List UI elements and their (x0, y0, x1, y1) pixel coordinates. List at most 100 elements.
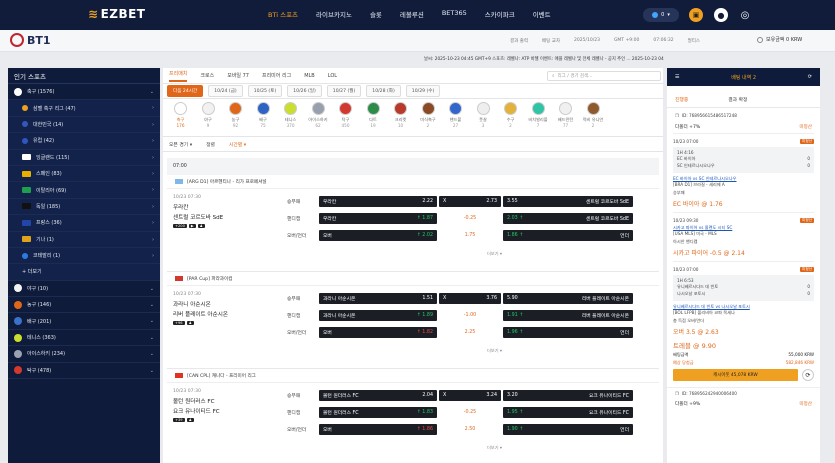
game-tag[interactable]: ♟ (186, 321, 194, 325)
support-button[interactable]: ◎ (738, 8, 752, 22)
odds-home-handicap-button[interactable]: 우라칸 ↑ 1.87 (319, 212, 437, 224)
odds-home-handicap-button[interactable]: 볼턴 원더러스 FC ↑ 1.83 (319, 406, 437, 418)
date-tab-0[interactable]: 다음 24시간 (167, 85, 204, 97)
nav-item-2[interactable]: 슬롯 (370, 9, 382, 19)
nav-item-6[interactable]: 이벤트 (533, 9, 551, 19)
sport-filter-13[interactable]: 비치발리볼 7 (527, 102, 550, 128)
search-input[interactable]: ⌕ 리그 / 경기 검색... (547, 71, 661, 81)
sidebar-item[interactable]: 배구 (201) ⌄ (8, 313, 160, 330)
odds-over-button[interactable]: 오버 ↑ 2.02 (319, 229, 437, 241)
bt1-logo[interactable]: BT1 (10, 33, 51, 47)
league-title[interactable]: [CAN CPL] 캐나다 - 프리미어 리그 (167, 369, 659, 383)
odds-away-handicap-button[interactable]: 2.03 ↑ 센트럴 코르도바 SdE (503, 212, 633, 224)
sub-info-1[interactable]: 배팅 교차 (542, 38, 560, 44)
odds-draw-button[interactable]: X 2.73 (439, 195, 501, 207)
tab-5[interactable]: LOL (328, 73, 337, 79)
odds-home-button[interactable]: 우라칸 2.22 (319, 195, 437, 207)
ticket-header[interactable]: 다폴더 +7% 미정산 (667, 121, 820, 133)
ticket-header-2[interactable]: 다폴더 +9% 미정산 (667, 398, 820, 410)
nav-item-1[interactable]: 라이브카지노 (316, 9, 352, 19)
sidebar-item[interactable]: 유럽 (42) › (8, 133, 160, 150)
tab-4[interactable]: MLB (304, 73, 315, 79)
filter-0[interactable]: 오픈 경기 ▾ (169, 141, 192, 148)
copy-icon[interactable]: ❐ (675, 391, 679, 396)
more-markets-link[interactable]: 더보기 ▾ (487, 348, 502, 354)
coin-balance[interactable]: 0 ▾ (643, 8, 679, 22)
sidebar-item[interactable]: 코테발리 (1) › (8, 247, 160, 265)
date-tab-4[interactable]: 10/27 (월) (326, 85, 362, 97)
date-tab-3[interactable]: 10/26 (일) (287, 85, 322, 97)
sport-filter-3[interactable]: 배구 75 (252, 102, 275, 128)
sidebar-item[interactable]: 이탈리아 (69) › (8, 182, 160, 199)
date-tab-2[interactable]: 10/25 (토) (247, 85, 283, 97)
tab-2[interactable]: 모바일 77 (227, 72, 249, 79)
sport-filter-14[interactable]: 배드민턴 77 (554, 102, 577, 128)
copy-icon[interactable]: ❐ (675, 113, 679, 118)
sport-filter-6[interactable]: 탁구 450 (334, 102, 357, 128)
date-tab-5[interactable]: 10/28 (화) (366, 85, 401, 97)
odds-draw-button[interactable]: X 3.24 (439, 389, 501, 401)
sidebar-item[interactable]: 기나 (1) › (8, 231, 160, 248)
tab-in-progress[interactable]: 진행중 (675, 96, 688, 103)
odds-under-button[interactable]: 1.90 ↑ 언더 (503, 423, 633, 435)
sidebar-item[interactable]: + 더보기 (8, 264, 160, 281)
odds-under-button[interactable]: 1.96 ↑ 언더 (503, 326, 633, 338)
brand-logo[interactable]: ≋ EZBET (88, 7, 146, 21)
game-tag[interactable]: +39 (173, 418, 185, 422)
sidebar-item[interactable]: 대한민국 (14) › (8, 116, 160, 134)
sidebar-item[interactable]: 농구 (146) ⌄ (8, 297, 160, 314)
league-title[interactable]: [ARG D1] 아르헨티나 - 리가 프로페셔널 (167, 175, 659, 189)
sport-filter-15[interactable]: 럭비 유니언 2 (582, 102, 605, 128)
game-tag[interactable]: ♟ (186, 418, 194, 422)
nav-item-0[interactable]: BTi 스포츠 (268, 9, 298, 19)
odds-over-button[interactable]: 오버 ↑ 1.82 (319, 326, 437, 338)
tab-3[interactable]: 프리미어 리그 (262, 72, 291, 79)
refresh-icon[interactable]: ⟳ (808, 74, 812, 80)
sidebar-item[interactable]: 독일 (185) › (8, 198, 160, 216)
more-markets-link[interactable]: 더보기 ▾ (487, 445, 502, 451)
odds-away-button[interactable]: 3.20 요크 유나이티드 FC (503, 389, 633, 401)
cashout-button[interactable]: 캐시아웃 45,078 KRW (673, 369, 798, 381)
sidebar-item[interactable]: 테니스 (363) ⌄ (8, 330, 160, 347)
user-account-button[interactable]: ● (714, 8, 728, 22)
menu-icon[interactable]: ☰ (675, 74, 679, 80)
filter-1[interactable]: 정렬 (206, 141, 215, 148)
sport-filter-10[interactable]: 핸드볼 27 (444, 102, 467, 128)
sport-filter-2[interactable]: 농구 92 (224, 102, 247, 128)
tab-0[interactable]: 프리매치 (169, 70, 188, 82)
bet-history-title[interactable]: 배팅 내역 2 (731, 74, 756, 81)
tab-1[interactable]: 크로스 (200, 72, 214, 79)
odds-home-handicap-button[interactable]: 과라니 아순시온 ↑ 1.89 (319, 309, 437, 321)
refresh-balance-icon[interactable] (757, 36, 763, 43)
odds-away-button[interactable]: 5.90 리버 플레이트 아순시온 (503, 292, 633, 304)
refresh-cashout-icon[interactable]: ⟳ (802, 369, 814, 381)
sidebar-item[interactable]: 프랑스 (36) › (8, 215, 160, 232)
sidebar-item[interactable]: 야구 (10) ⌄ (8, 281, 160, 298)
sport-filter-5[interactable]: 아이스하키 62 (307, 102, 330, 128)
tab-settled[interactable]: 결과 확정 (728, 96, 747, 103)
sport-filter-11[interactable]: 풋살 3 (472, 102, 495, 128)
sport-filter-7[interactable]: 다트 19 (362, 102, 385, 128)
game-tag[interactable]: ♟ (197, 224, 205, 228)
sport-filter-12[interactable]: 수구 2 (499, 102, 522, 128)
odds-draw-button[interactable]: X 3.76 (439, 292, 501, 304)
game-tag[interactable]: +96 (173, 321, 185, 325)
sub-info-0[interactable]: 결과 출력 (510, 38, 528, 44)
nav-item-5[interactable]: 스카이파크 (485, 9, 515, 19)
sidebar-item[interactable]: 잉글랜드 (115) › (8, 149, 160, 166)
wallet-button[interactable]: ▣ (689, 8, 703, 22)
odds-under-button[interactable]: 1.86 ↑ 언더 (503, 229, 633, 241)
sidebar-item[interactable]: 탁구 (478) ⌄ (8, 363, 160, 380)
league-title[interactable]: [PAR Cup] 파라과이컵 (167, 272, 659, 286)
more-markets-link[interactable]: 더보기 ▾ (487, 251, 502, 257)
sport-filter-9[interactable]: 미식축구 2 (417, 102, 440, 128)
filter-2[interactable]: 시간별 ▾ (229, 141, 246, 148)
nav-item-4[interactable]: BET365 (442, 9, 467, 19)
odds-home-button[interactable]: 볼턴 원더러스 FC 2.04 (319, 389, 437, 401)
sport-filter-1[interactable]: 야구 9 (197, 102, 220, 128)
sidebar-item[interactable]: 아이스하키 (234) ⌄ (8, 346, 160, 363)
odds-away-handicap-button[interactable]: 1.95 ↑ 요크 유나이티드 FC (503, 406, 633, 418)
sport-filter-0[interactable]: 축구 176 (169, 102, 192, 128)
sidebar-item[interactable]: 스페인 (83) › (8, 165, 160, 183)
odds-home-button[interactable]: 과라니 아순시온 1.51 (319, 292, 437, 304)
